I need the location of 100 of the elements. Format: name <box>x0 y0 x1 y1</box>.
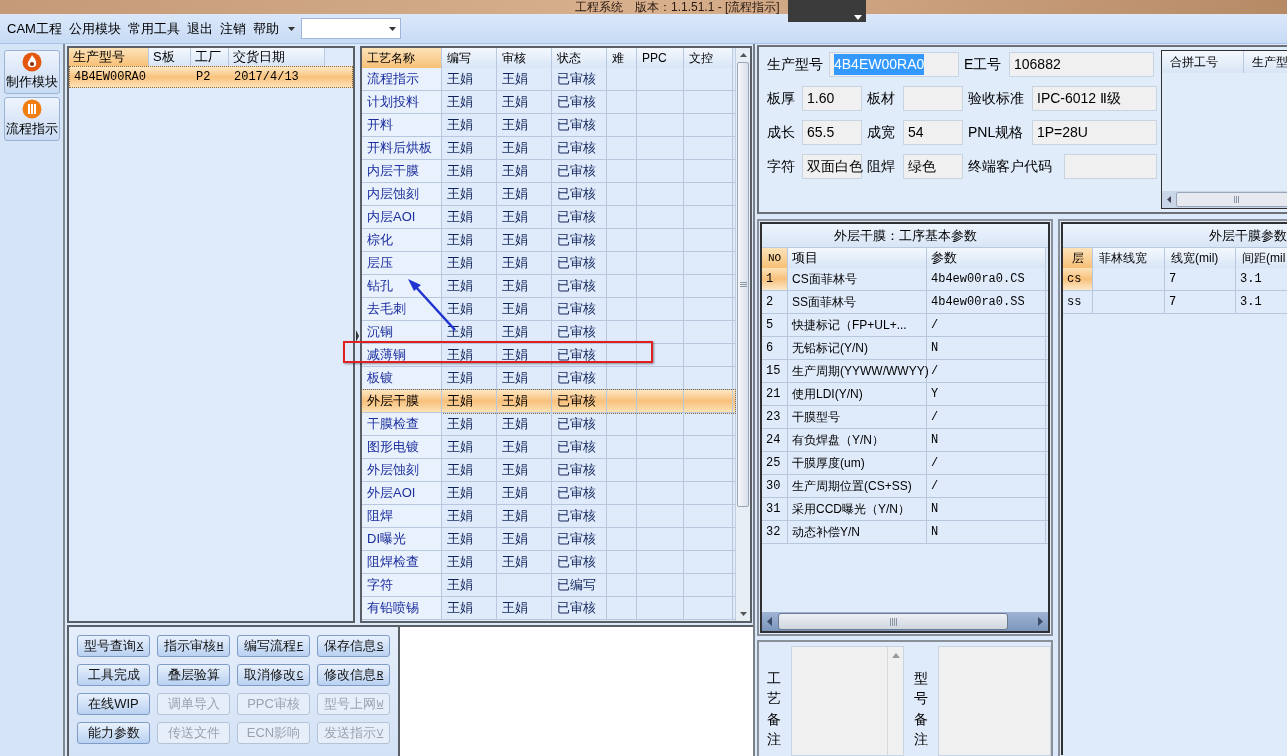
text-field[interactable]: 1P=28U <box>1032 120 1157 145</box>
field-label: 板厚 <box>767 89 796 108</box>
column-header[interactable]: 线宽(mil) <box>1165 248 1236 268</box>
table-cell: 王娟 <box>497 482 552 504</box>
menu-item[interactable]: 常用工具 <box>124 18 183 39</box>
menu-item[interactable]: 退出 <box>183 18 216 39</box>
process-row[interactable]: 内层蚀刻 王娟 王娟 已审核 <box>362 183 735 206</box>
text-field[interactable]: IPC-6012 Ⅱ级 <box>1032 86 1157 111</box>
text-field[interactable] <box>1064 154 1157 179</box>
text-field[interactable]: 106882 <box>1009 52 1154 77</box>
table-cell: 王娟 <box>497 551 552 573</box>
note-field[interactable] <box>938 646 1051 756</box>
column-header[interactable]: 生产型号 <box>69 48 149 66</box>
table-cell: 图形电镀 <box>362 436 442 458</box>
table-cell: 王娟 <box>442 528 497 550</box>
scroll-up-icon <box>891 653 900 658</box>
process-row[interactable]: 有铅喷锡 王娟 王娟 已审核 <box>362 597 735 620</box>
column-header[interactable]: 参数 <box>927 248 1046 268</box>
action-button[interactable]: 叠层验算 <box>157 664 230 686</box>
scroll-thumb[interactable] <box>778 613 1008 630</box>
table-cell: 内层AOI <box>362 206 442 228</box>
table-cell: 外层干膜 <box>362 390 442 412</box>
column-header[interactable]: S板 <box>149 48 191 66</box>
text-field[interactable]: 双面白色 <box>802 154 862 179</box>
process-row[interactable]: 流程指示 王娟 王娟 已审核 <box>362 68 735 91</box>
menu-item[interactable]: 注销 <box>216 18 249 39</box>
text-field[interactable] <box>903 86 963 111</box>
process-row[interactable]: 阻焊 王娟 王娟 已审核 <box>362 505 735 528</box>
menu-item[interactable]: CAM工程 <box>4 18 65 39</box>
process-row[interactable]: 外层AOI 王娟 王娟 已审核 <box>362 482 735 505</box>
table-cell: 字符 <box>362 574 442 596</box>
table-cell: 王娟 <box>497 597 552 619</box>
order-row[interactable]: 4B4EW00RA0 P2 2017/4/13 <box>69 66 353 88</box>
table-cell: 23 <box>762 406 788 428</box>
process-row[interactable]: 阻焊检查 王娟 王娟 已审核 <box>362 551 735 574</box>
text-field[interactable]: 65.5 <box>802 120 862 145</box>
table-cell: 使用LDI(Y/N) <box>788 383 927 405</box>
column-header[interactable]: 菲林线宽 <box>1093 248 1165 268</box>
process-row[interactable]: 去毛刺 王娟 王娟 已审核 <box>362 298 735 321</box>
table-cell: 生产周期(YYWW/WWYY) <box>788 360 927 382</box>
table-cell: 王娟 <box>497 275 552 297</box>
column-header[interactable]: 审核 <box>497 48 552 68</box>
table-cell: 王娟 <box>442 574 497 596</box>
text-field[interactable]: 1.60 <box>802 86 862 111</box>
action-button[interactable]: 指示审核H <box>157 635 230 657</box>
vertical-scrollbar[interactable] <box>735 48 750 621</box>
table-cell: 王娟 <box>442 413 497 435</box>
column-header[interactable]: 难 <box>607 48 637 68</box>
column-header[interactable]: 生产型 <box>1244 51 1287 73</box>
process-row[interactable]: 图形电镀 王娟 王娟 已审核 <box>362 436 735 459</box>
column-header[interactable]: 状态 <box>552 48 607 68</box>
process-row[interactable]: 棕化 王娟 王娟 已审核 <box>362 229 735 252</box>
column-header[interactable]: 工厂 <box>191 48 229 66</box>
column-header[interactable]: 文控 <box>684 48 733 68</box>
process-row[interactable]: 内层干膜 王娟 王娟 已审核 <box>362 160 735 183</box>
action-button[interactable]: 工具完成 <box>77 664 150 686</box>
text-field[interactable]: 54 <box>903 120 963 145</box>
scroll-thumb[interactable] <box>1176 192 1287 207</box>
action-button[interactable]: 修改信息R <box>317 664 390 686</box>
menu-item[interactable]: 公用模块 <box>65 18 124 39</box>
action-button[interactable]: 在线WIP <box>77 693 150 715</box>
column-header[interactable]: 交货日期 <box>229 48 325 66</box>
process-row[interactable]: 开料后烘板 王娟 王娟 已审核 <box>362 137 735 160</box>
action-button[interactable]: 编写流程F <box>237 635 310 657</box>
nav-button[interactable]: 制作模块 <box>3 50 60 94</box>
column-header[interactable]: 层 <box>1063 248 1093 268</box>
note-field[interactable] <box>791 646 904 756</box>
menu-item[interactable]: 帮助 <box>249 18 282 39</box>
text-field[interactable]: 绿色 <box>903 154 963 179</box>
column-header[interactable]: PPC <box>637 48 684 68</box>
nav-button[interactable]: 流程指示 <box>3 97 60 141</box>
process-row[interactable]: 开料 王娟 王娟 已审核 <box>362 114 735 137</box>
process-row[interactable]: 内层AOI 王娟 王娟 已审核 <box>362 206 735 229</box>
table-cell: 已审核 <box>552 413 607 435</box>
table-cell: 31 <box>762 498 788 520</box>
column-header[interactable]: 合拼工号 <box>1162 51 1244 73</box>
table-cell: 减薄铜 <box>362 344 442 366</box>
column-header[interactable]: 工艺名称 <box>362 48 442 68</box>
process-row[interactable]: 减薄铜 王娟 王娟 已审核 <box>362 344 735 367</box>
action-button[interactable]: 取消修改C <box>237 664 310 686</box>
process-row[interactable]: 钻孔 王娟 王娟 已审核 <box>362 275 735 298</box>
action-button[interactable]: 保存信息S <box>317 635 390 657</box>
column-header[interactable]: 编写 <box>442 48 497 68</box>
combo-box[interactable] <box>300 18 401 39</box>
action-button[interactable]: 能力参数 <box>77 722 150 744</box>
table-cell: 已审核 <box>552 390 607 412</box>
scroll-thumb[interactable] <box>737 62 749 507</box>
column-header[interactable]: NO <box>762 248 788 268</box>
process-row[interactable]: 字符 王娟 已编写 <box>362 574 735 597</box>
horizontal-scrollbar[interactable] <box>1162 191 1287 208</box>
column-header[interactable]: 项目 <box>788 248 927 268</box>
process-row[interactable]: 计划投料 王娟 王娟 已审核 <box>362 91 735 114</box>
action-button[interactable]: 型号查询X <box>77 635 150 657</box>
column-header[interactable]: 间距(mil <box>1236 248 1287 268</box>
process-row[interactable]: 干膜检查 王娟 王娟 已审核 <box>362 413 735 436</box>
process-row[interactable]: 外层蚀刻 王娟 王娟 已审核 <box>362 459 735 482</box>
process-row[interactable]: 层压 王娟 王娟 已审核 <box>362 252 735 275</box>
process-row[interactable]: DI曝光 王娟 王娟 已审核 <box>362 528 735 551</box>
process-row[interactable]: 外层干膜 王娟 王娟 已审核 <box>362 390 735 413</box>
horizontal-scrollbar[interactable] <box>762 612 1048 631</box>
